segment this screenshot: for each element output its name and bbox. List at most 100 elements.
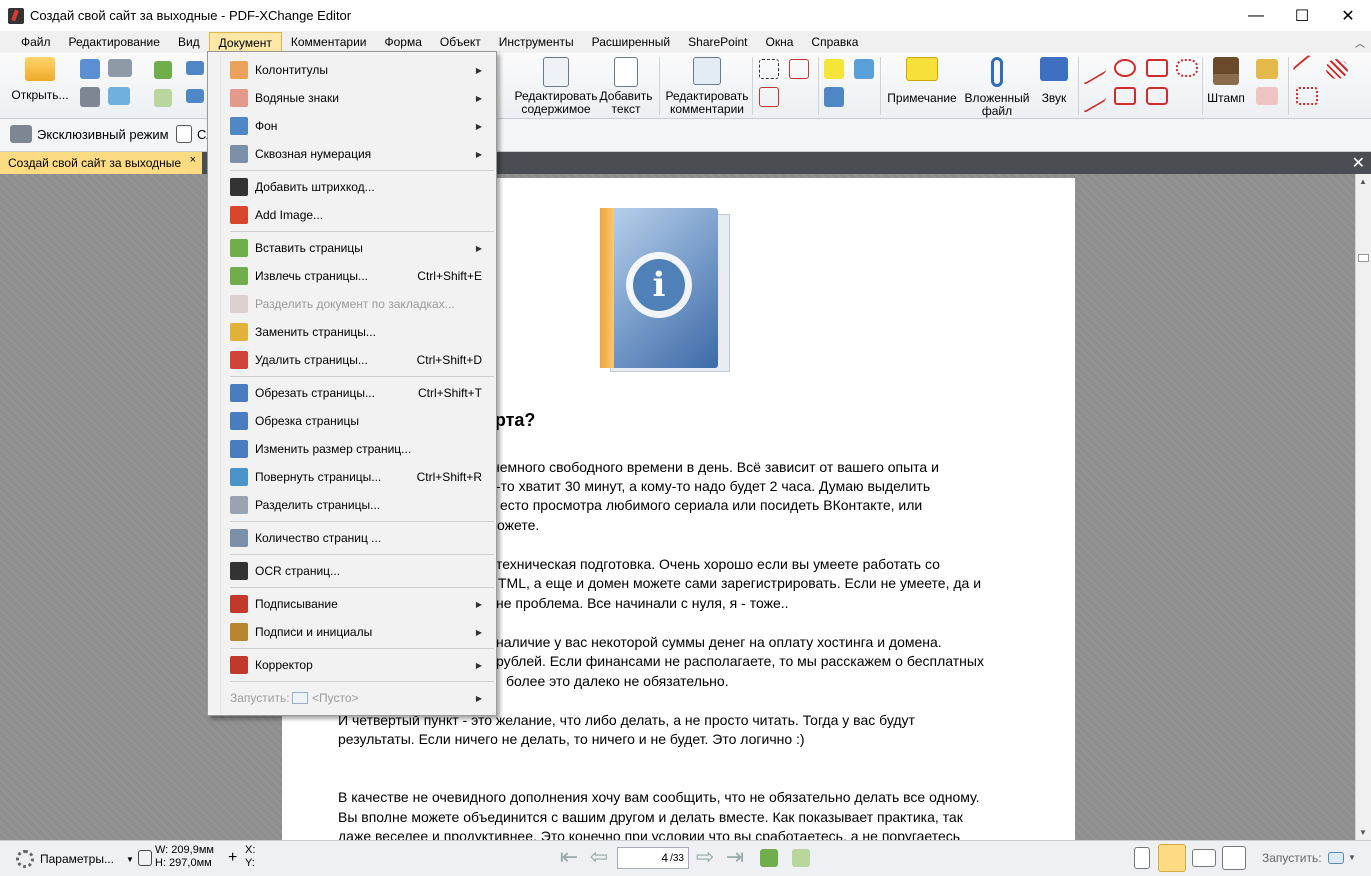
run-target-icon[interactable] [1328, 852, 1344, 864]
menu-item-background[interactable]: Фон ▶ [210, 113, 494, 139]
menu-item-signing[interactable]: Подписывание ▶ [210, 591, 494, 617]
forward-icon[interactable] [154, 89, 172, 107]
facing-view-icon[interactable] [1192, 849, 1216, 867]
menu-item-watermark[interactable]: Водяные знаки ▶ [210, 85, 494, 111]
menu-item-delete-pages[interactable]: Удалить страницы... Ctrl+Shift+D [210, 347, 494, 373]
document-tab[interactable]: Создай свой сайт за выходные × [0, 152, 202, 174]
undo-icon[interactable] [186, 61, 204, 75]
menu-document[interactable]: Документ [208, 32, 282, 52]
scroll-up-icon[interactable]: ▲ [1359, 177, 1367, 186]
note-button[interactable]: Примечание [884, 57, 960, 105]
previous-view-icon[interactable] [760, 849, 778, 867]
scroll-thumb[interactable] [1358, 254, 1369, 262]
maximize-button[interactable]: ☐ [1279, 0, 1325, 31]
exclusive-mode-button[interactable]: Эксклюзивный режим [10, 125, 169, 143]
menu-item-bates-numbering[interactable]: Сквозная нумерация ▶ [210, 141, 494, 167]
stamp-button[interactable]: Штамп [1204, 57, 1248, 105]
continuous-facing-view-icon[interactable] [1222, 846, 1246, 870]
menu-tools[interactable]: Инструменты [490, 32, 583, 52]
menu-item-split-pages[interactable]: Разделить страницы... [210, 492, 494, 518]
document-tab-strip: Создай свой сайт за выходные × ✕ [0, 152, 1371, 174]
rectangle-icon[interactable] [1114, 87, 1136, 105]
perimeter-icon[interactable] [1296, 87, 1318, 105]
highlight-text-icon[interactable] [824, 59, 844, 79]
menu-item-replace-pages[interactable]: Заменить страницы... [210, 319, 494, 345]
text-box-icon[interactable] [759, 59, 779, 79]
menu-item-signatures[interactable]: Подписи и инициалы ▶ [210, 619, 494, 645]
underline-text-icon[interactable] [854, 59, 874, 79]
menu-item-page-count[interactable]: Количество страниц ... [210, 525, 494, 551]
next-page-icon[interactable]: ⇨ [692, 846, 718, 869]
parameters-button[interactable]: Параметры... ▼ [16, 850, 134, 868]
menu-item-redaction[interactable]: Корректор ▶ [210, 652, 494, 678]
menu-object[interactable]: Объект [431, 32, 490, 52]
line-icon[interactable] [1084, 54, 1106, 86]
arrow-icon[interactable] [1084, 82, 1106, 114]
menu-comments[interactable]: Комментарии [282, 32, 376, 52]
page-count-icon [230, 529, 248, 547]
menu-file[interactable]: Файл [12, 32, 60, 52]
edit-content-button[interactable]: Редактировать содержимое [514, 57, 598, 116]
scanner-icon[interactable] [108, 59, 132, 77]
redo-icon[interactable] [186, 89, 204, 103]
menu-edit[interactable]: Редактирование [60, 32, 169, 52]
typewriter-icon[interactable] [759, 87, 779, 107]
submenu-arrow-icon: ▶ [475, 660, 482, 670]
add-text-button[interactable]: Добавить текст [598, 57, 654, 116]
menu-item-crop-page[interactable]: Обрезка страницы [210, 408, 494, 434]
single-page-view-icon[interactable] [1134, 847, 1150, 869]
menu-form[interactable]: Форма [375, 32, 430, 52]
cloud-icon[interactable] [1176, 59, 1198, 77]
collapse-ribbon-icon[interactable]: ︿ [1355, 35, 1365, 50]
menu-sharepoint[interactable]: SharePoint [679, 32, 756, 52]
distance-icon[interactable] [1292, 54, 1322, 84]
menu-view[interactable]: Вид [169, 32, 209, 52]
previous-page-icon[interactable]: ⇦ [586, 846, 612, 869]
last-page-icon[interactable]: ⇥ [722, 846, 748, 869]
menu-item-ocr[interactable]: OCR страниц... [210, 558, 494, 584]
menu-advanced[interactable]: Расширенный [583, 32, 680, 52]
area-icon[interactable] [1326, 59, 1348, 79]
menu-item-add-image[interactable]: Add Image... [210, 202, 494, 228]
callout-icon[interactable] [789, 59, 809, 79]
close-all-tabs-icon[interactable]: ✕ [1352, 153, 1365, 173]
sound-button[interactable]: Звук [1034, 57, 1074, 105]
continuous-view-icon[interactable] [1158, 844, 1186, 872]
menu-item-label: Подписи и инициалы [255, 625, 373, 639]
menu-windows[interactable]: Окна [757, 32, 803, 52]
email-icon[interactable] [108, 87, 130, 105]
menu-item-crop-pages[interactable]: Обрезать страницы... Ctrl+Shift+T [210, 380, 494, 406]
document-workspace[interactable]: i тарта? немного свободного времени в де… [0, 174, 1355, 840]
open-button[interactable]: Открыть... [10, 57, 70, 102]
attached-file-button[interactable]: Вложенный файл [962, 57, 1032, 118]
back-icon[interactable] [154, 61, 172, 79]
pentagon-icon[interactable] [1146, 87, 1168, 105]
edit-comments-label-2: комментарии [670, 102, 744, 116]
menu-item-header-footer[interactable]: Колонтитулы ▶ [210, 57, 494, 83]
menu-help[interactable]: Справка [802, 32, 867, 52]
vertical-scrollbar[interactable]: ▲ ▼ [1355, 174, 1371, 840]
menu-item-resize-pages[interactable]: Изменить размер страниц... [210, 436, 494, 462]
scroll-down-icon[interactable]: ▼ [1359, 828, 1367, 837]
print-icon[interactable] [80, 87, 100, 107]
save-icon[interactable] [80, 59, 100, 79]
checklist-icon [176, 125, 192, 143]
run-target-icon [292, 692, 308, 704]
oval-icon[interactable] [1114, 59, 1136, 77]
next-view-icon[interactable] [792, 849, 810, 867]
close-button[interactable]: ✕ [1325, 0, 1371, 31]
menu-item-rotate-pages[interactable]: Повернуть страницы... Ctrl+Shift+R [210, 464, 494, 490]
pencil-icon[interactable] [1256, 59, 1278, 79]
strikeout-text-icon[interactable] [824, 87, 844, 107]
close-tab-icon[interactable]: × [190, 154, 196, 166]
first-page-icon[interactable]: ⇤ [556, 846, 582, 869]
edit-comments-button[interactable]: Редактировать комментарии [664, 57, 750, 116]
eraser-icon[interactable] [1256, 87, 1278, 105]
minimize-button[interactable]: — [1233, 0, 1279, 31]
menu-item-insert-pages[interactable]: Вставить страницы ▶ [210, 235, 494, 261]
run-chevron-icon[interactable]: ▼ [1348, 853, 1356, 862]
page-number-input[interactable]: 4 /33 [617, 847, 689, 869]
menu-item-extract-pages[interactable]: Извлечь страницы... Ctrl+Shift+E [210, 263, 494, 289]
menu-item-barcode[interactable]: Добавить штрихкод... [210, 174, 494, 200]
polygon-icon[interactable] [1146, 59, 1168, 77]
